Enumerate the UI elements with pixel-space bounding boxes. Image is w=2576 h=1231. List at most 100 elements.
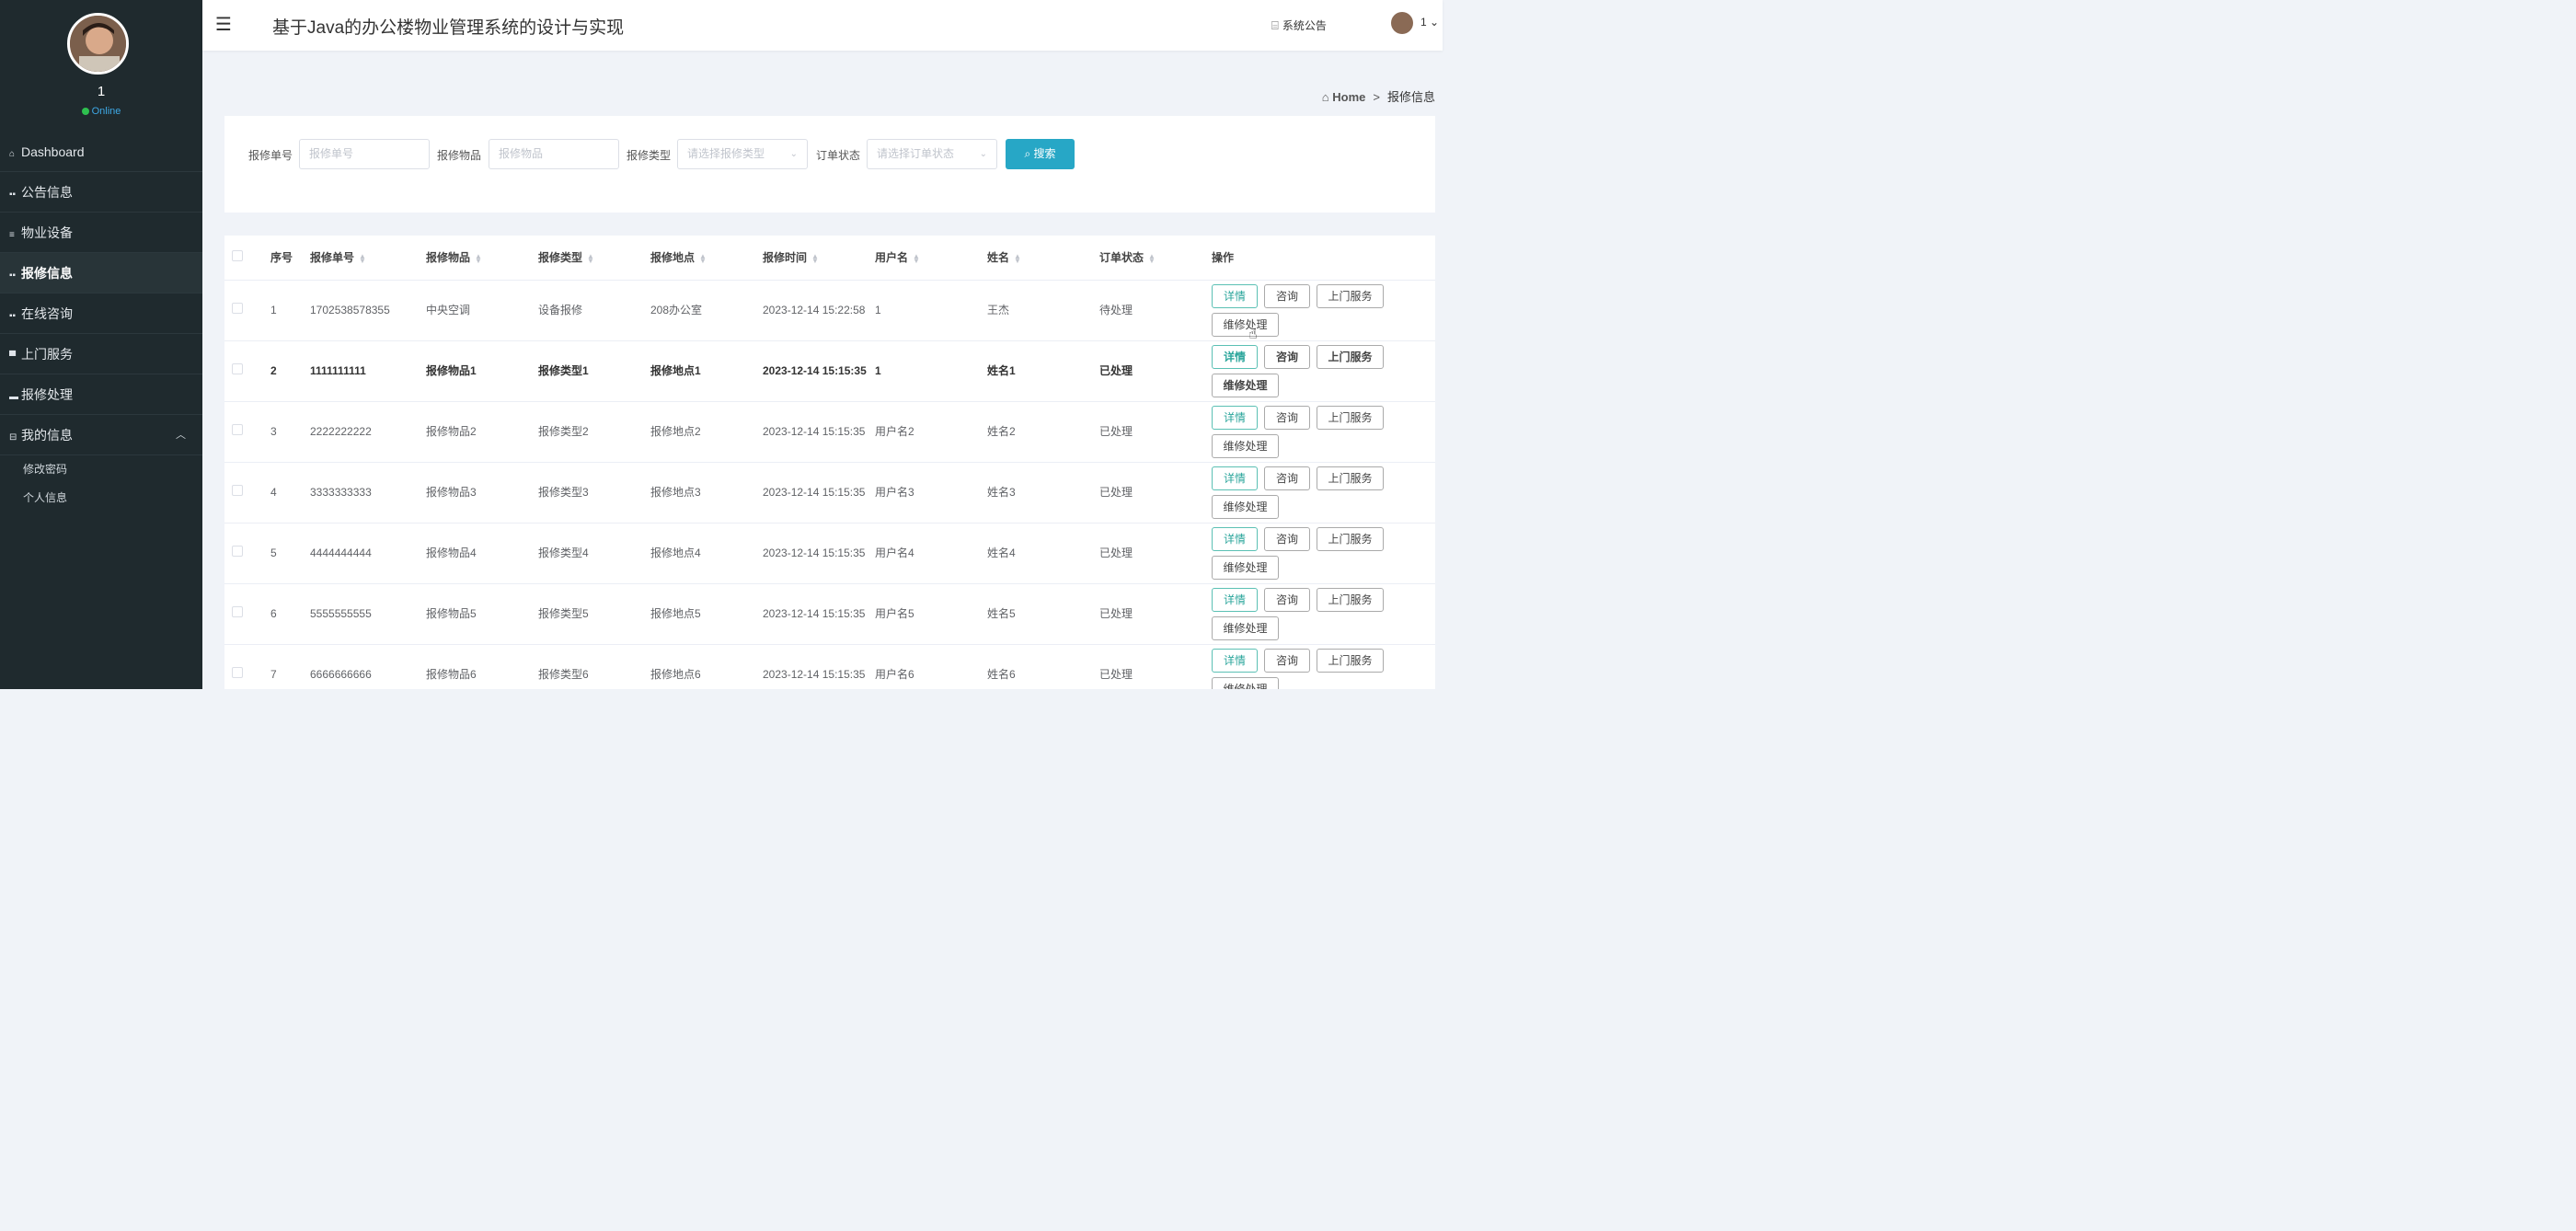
- submenu-item-profile[interactable]: 个人信息: [0, 484, 202, 512]
- sort-icon[interactable]: ▲ ▼: [913, 253, 920, 265]
- repair-handle-button[interactable]: 维修处理: [1212, 676, 1279, 689]
- sidebar-item-consult[interactable]: ▪▪ 在线咨询: [0, 293, 202, 334]
- submenu-item-change-password[interactable]: 修改密码: [0, 455, 202, 484]
- repair-handle-button[interactable]: 维修处理: [1212, 433, 1279, 458]
- col-header-code[interactable]: 报修单号 ▲ ▼: [310, 236, 426, 281]
- row-checkbox[interactable]: [232, 546, 243, 557]
- col-header-user[interactable]: 用户名 ▲ ▼: [875, 236, 987, 281]
- repair-type-select[interactable]: 请选择报修类型 ⌄: [677, 139, 808, 169]
- consult-button[interactable]: 咨询: [1264, 405, 1310, 430]
- repair-handle-button[interactable]: 维修处理: [1212, 373, 1279, 397]
- avatar[interactable]: [67, 13, 129, 75]
- col-header-label: 报修物品: [426, 251, 471, 265]
- cell-no: 2: [270, 340, 310, 402]
- consult-button[interactable]: 咨询: [1264, 344, 1310, 369]
- consult-button[interactable]: 咨询: [1264, 283, 1310, 308]
- detail-button[interactable]: 详情: [1212, 648, 1258, 673]
- sort-icon[interactable]: ▲ ▼: [475, 253, 482, 265]
- row-checkbox[interactable]: [232, 424, 243, 435]
- col-header-type[interactable]: 报修类型 ▲ ▼: [538, 236, 650, 281]
- sidebar-item-notice[interactable]: ▪▪ 公告信息: [0, 172, 202, 213]
- col-header-place[interactable]: 报修地点 ▲ ▼: [650, 236, 763, 281]
- consult-button[interactable]: 咨询: [1264, 526, 1310, 551]
- row-checkbox[interactable]: [232, 667, 243, 678]
- door-service-button[interactable]: 上门服务: [1317, 405, 1384, 430]
- repair-handle-button[interactable]: 维修处理: [1212, 555, 1279, 580]
- cell-user: 1: [875, 280, 987, 341]
- repair-code-input[interactable]: 报修单号: [299, 139, 430, 169]
- row-checkbox[interactable]: [232, 303, 243, 314]
- chevron-down-icon: ⌄: [979, 149, 987, 159]
- door-service-button[interactable]: 上门服务: [1317, 466, 1384, 490]
- cell-code: 2222222222: [310, 401, 426, 463]
- sort-icon[interactable]: ▲ ▼: [1014, 253, 1021, 265]
- col-header-name[interactable]: 姓名 ▲ ▼: [987, 236, 1099, 281]
- sort-icon[interactable]: ▲ ▼: [1148, 253, 1156, 265]
- col-header-time[interactable]: 报修时间 ▲ ▼: [763, 236, 875, 281]
- cell-time: 2023-12-14 15:15:35: [763, 583, 875, 645]
- cell-actions: 详情 咨询 上门服务维修处理: [1212, 401, 1435, 463]
- cell-actions: 详情 咨询 上门服务维修处理: [1212, 644, 1435, 689]
- sort-icon[interactable]: ▲ ▼: [699, 253, 707, 265]
- sidebar-item-label: Dashboard: [21, 144, 85, 159]
- repair-handle-button[interactable]: 维修处理: [1212, 312, 1279, 337]
- header-user-name: 1: [1420, 16, 1427, 29]
- door-service-button[interactable]: 上门服务: [1317, 344, 1384, 369]
- sort-icon[interactable]: ▲ ▼: [359, 253, 366, 265]
- breadcrumb-home[interactable]: ⌂ Home: [1322, 90, 1366, 104]
- cell-user: 用户名6: [875, 644, 987, 689]
- repair-type-placeholder: 请选择报修类型: [687, 147, 765, 160]
- notice-icon: ⌸: [1271, 18, 1279, 32]
- cell-status: 待处理: [1099, 280, 1212, 341]
- user-menu[interactable]: 1 ⌄: [1391, 12, 1439, 34]
- select-all-checkbox[interactable]: [232, 250, 243, 262]
- door-service-button[interactable]: 上门服务: [1317, 587, 1384, 612]
- col-header-status[interactable]: 订单状态 ▲ ▼: [1099, 236, 1212, 281]
- cell-no: 1: [270, 280, 310, 341]
- chevron-down-icon: ⌄: [1430, 16, 1440, 29]
- row-checkbox[interactable]: [232, 363, 243, 374]
- sidebar-item-my-info[interactable]: ⊟ 我的信息 ︿: [0, 415, 202, 455]
- detail-button[interactable]: 详情: [1212, 283, 1258, 308]
- notice-button[interactable]: ⌸ 系统公告: [1271, 17, 1327, 33]
- sort-icon[interactable]: ▲ ▼: [811, 253, 819, 265]
- sidebar-item-equipment[interactable]: ≡ 物业设备: [0, 213, 202, 253]
- cell-name: 姓名6: [987, 644, 1099, 689]
- sort-icon[interactable]: ▲ ▼: [587, 253, 594, 265]
- door-service-button[interactable]: 上门服务: [1317, 526, 1384, 551]
- door-service-button[interactable]: 上门服务: [1317, 648, 1384, 673]
- consult-button[interactable]: 咨询: [1264, 466, 1310, 490]
- detail-button[interactable]: 详情: [1212, 344, 1258, 369]
- cell-code: 6666666666: [310, 644, 426, 689]
- cell-item: 报修物品4: [426, 523, 538, 584]
- consult-button[interactable]: 咨询: [1264, 648, 1310, 673]
- avatar: [1391, 12, 1413, 34]
- detail-button[interactable]: 详情: [1212, 587, 1258, 612]
- search-panel: 报修单号 报修单号 报修物品 报修物品 报修类型 请选择报修类型 ⌄ 订单状态 请…: [224, 116, 1435, 213]
- sidebar-item-repair-info[interactable]: ▪▪ 报修信息: [0, 253, 202, 293]
- consult-button[interactable]: 咨询: [1264, 587, 1310, 612]
- repair-handle-button[interactable]: 维修处理: [1212, 616, 1279, 640]
- detail-button[interactable]: 详情: [1212, 405, 1258, 430]
- repair-handle-button[interactable]: 维修处理: [1212, 494, 1279, 519]
- detail-button[interactable]: 详情: [1212, 526, 1258, 551]
- row-checkbox[interactable]: [232, 606, 243, 617]
- sidebar-item-repair-handle[interactable]: ▬ 报修处理: [0, 374, 202, 415]
- menu-toggle-icon[interactable]: ☰: [215, 13, 232, 36]
- sidebar-menu: ⌂ Dashboard ▪▪ 公告信息 ≡ 物业设备 ▪▪ 报修信息 ▪▪ 在线咨询 ▀ 上…: [0, 132, 202, 512]
- row-checkbox[interactable]: [232, 485, 243, 496]
- row-checkbox-cell: [224, 462, 270, 523]
- detail-button[interactable]: 详情: [1212, 466, 1258, 490]
- sidebar: 1 Online ⌂ Dashboard ▪▪ 公告信息 ≡ 物业设备 ▪▪ 报修信息 …: [0, 0, 202, 689]
- sidebar-item-label: 上门服务: [21, 347, 73, 362]
- sidebar-item-dashboard[interactable]: ⌂ Dashboard: [0, 132, 202, 172]
- cell-item: 报修物品5: [426, 583, 538, 645]
- search-button[interactable]: ⌕ 搜索: [1006, 139, 1075, 169]
- door-service-button[interactable]: 上门服务: [1317, 283, 1384, 308]
- table-header-row: 序号 报修单号 ▲ ▼ 报修物品 ▲ ▼ 报修类型 ▲ ▼ 报修地点 ▲ ▼ 报修时间 ▲ ▼ 用户…: [224, 236, 1435, 281]
- col-header-item[interactable]: 报修物品 ▲ ▼: [426, 236, 538, 281]
- order-status-select[interactable]: 请选择订单状态 ⌄: [867, 139, 997, 169]
- select-all-checkbox-cell: [224, 236, 270, 281]
- repair-item-input[interactable]: 报修物品: [489, 139, 619, 169]
- sidebar-item-door-service[interactable]: ▀ 上门服务: [0, 334, 202, 374]
